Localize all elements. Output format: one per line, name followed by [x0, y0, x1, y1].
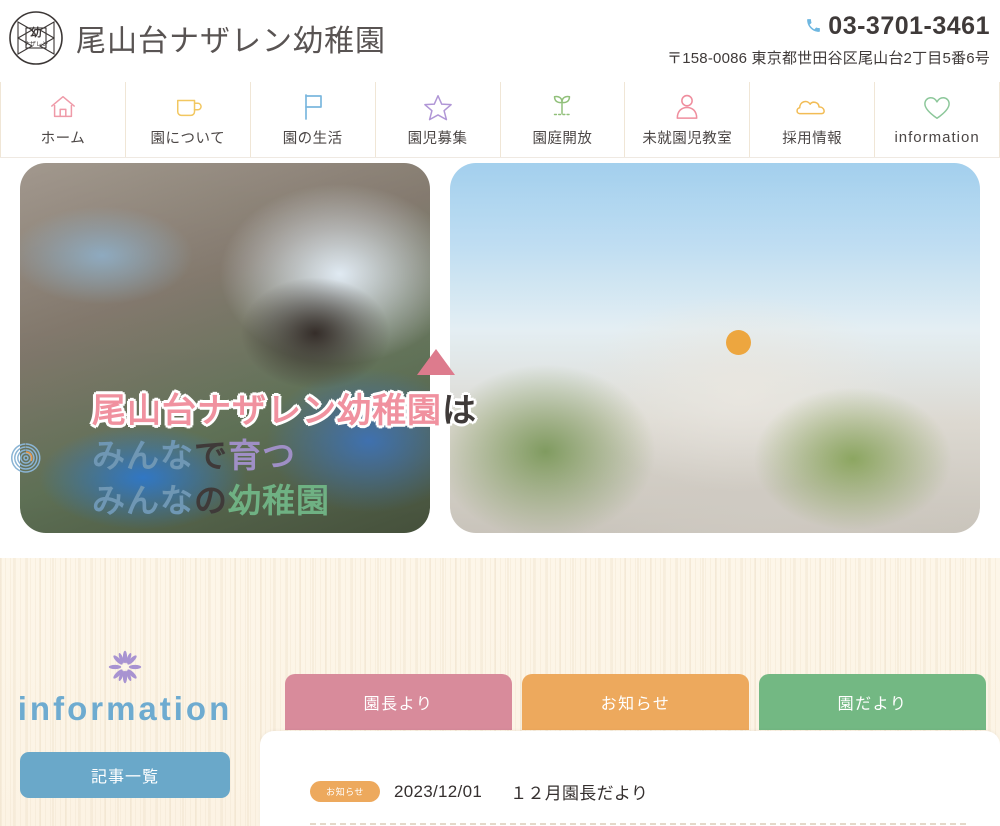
- nav-label-recruit: 採用情報: [782, 130, 843, 147]
- nav-label-garden-open: 園庭開放: [532, 130, 593, 147]
- tab-newsletter[interactable]: 園だより: [759, 674, 986, 730]
- hero-headline-particle-wa: は: [442, 392, 477, 430]
- nav-label-admission: 園児募集: [407, 130, 468, 147]
- hero-headline-particle-no: の: [194, 482, 228, 520]
- hero-headline-sodatsu: 育つ: [228, 437, 296, 475]
- hero-headline: 尾山台ナザレン幼稚園は みんなで育つ みんなの幼稚園: [92, 392, 477, 520]
- information-title: information: [17, 690, 233, 727]
- site-address: 〒158-0086 東京都世田谷区尾山台2丁目5番6号: [667, 50, 990, 67]
- hero-photo-building[interactable]: [450, 163, 980, 533]
- news-divider: [310, 823, 966, 825]
- house-icon: [48, 92, 78, 122]
- news-panel: お知らせ 2023/12/01 １２月園長だより: [260, 731, 1000, 826]
- information-tabs: 園長より お知らせ 園だより: [285, 674, 986, 730]
- heart-icon: [922, 94, 952, 124]
- main-navigation: ホーム 園について 園の生活 園児募集 園庭開放 未就園児教室 採用情報 inf…: [0, 82, 1000, 158]
- flower-asterisk-icon: [108, 650, 142, 684]
- mug-icon: [172, 92, 204, 122]
- hero-section: 尾山台ナザレン幼稚園は みんなで育つ みんなの幼稚園: [0, 158, 1000, 558]
- cloud-icon: [795, 92, 829, 122]
- news-title: １２月園長だより: [510, 784, 649, 803]
- site-header: 幼 ナザレン 尾山台ナザレン幼稚園 03-3701-3461 〒158-0086…: [0, 0, 1000, 82]
- nav-label-preschool-class: 未就園児教室: [642, 130, 733, 147]
- star-icon: [423, 92, 453, 122]
- site-title: 尾山台ナザレン幼稚園: [76, 25, 386, 58]
- nav-label-life: 園の生活: [282, 130, 343, 147]
- nav-item-preschool-class[interactable]: 未就園児教室: [624, 82, 749, 157]
- phone-number: 03-3701-3461: [828, 12, 990, 40]
- phone-row[interactable]: 03-3701-3461: [667, 12, 990, 41]
- tab-label-principal-message: 園長より: [363, 696, 434, 713]
- tab-label-news: お知らせ: [600, 696, 671, 713]
- hero-headline-line-1: 尾山台ナザレン幼稚園は: [92, 392, 477, 430]
- nav-item-information[interactable]: information: [874, 82, 1000, 157]
- nav-label-about: 園について: [150, 130, 226, 147]
- hero-headline-minna-1: みんな: [92, 437, 194, 475]
- site-brand[interactable]: 幼 ナザレン 尾山台ナザレン幼稚園: [0, 0, 386, 66]
- news-list-item[interactable]: お知らせ 2023/12/01 １２月園長だより: [260, 731, 1000, 804]
- nav-item-recruit[interactable]: 採用情報: [749, 82, 874, 157]
- nav-item-life[interactable]: 園の生活: [249, 82, 375, 157]
- tab-principal-message[interactable]: 園長より: [285, 674, 512, 730]
- hero-headline-youchien: 幼稚園: [228, 482, 330, 520]
- site-logo-icon: 幼 ナザレン: [8, 10, 64, 66]
- hero-headline-school-name: 尾山台ナザレン幼稚園: [92, 392, 442, 430]
- logo-katakana-text: ナザレン: [24, 41, 48, 48]
- hero-headline-line-2: みんなで育つ: [92, 437, 477, 475]
- news-category-badge: お知らせ: [310, 781, 380, 802]
- nav-label-home: ホーム: [40, 130, 86, 147]
- header-contact: 03-3701-3461 〒158-0086 東京都世田谷区尾山台2丁目5番6号: [667, 0, 1000, 68]
- sprout-icon: [546, 92, 578, 122]
- person-icon: [673, 92, 701, 122]
- hero-headline-particle-de: で: [194, 437, 228, 475]
- article-list-button[interactable]: 記事一覧: [20, 752, 230, 798]
- hero-headline-minna-2: みんな: [92, 482, 194, 520]
- tab-news[interactable]: お知らせ: [522, 674, 749, 730]
- tab-label-newsletter: 園だより: [837, 696, 908, 713]
- nav-label-information: information: [894, 128, 980, 146]
- nav-item-garden-open[interactable]: 園庭開放: [499, 82, 625, 157]
- flag-icon: [299, 92, 327, 122]
- phone-icon: [805, 17, 822, 37]
- nav-item-admission[interactable]: 園児募集: [374, 82, 500, 157]
- logo-kanji-text: 幼: [31, 25, 42, 39]
- hero-headline-line-3: みんなの幼稚園: [92, 482, 477, 520]
- information-heading-block: information 記事一覧: [0, 650, 250, 798]
- nav-item-about[interactable]: 園について: [124, 82, 250, 157]
- news-date: 2023/12/01: [394, 781, 483, 801]
- nav-item-home[interactable]: ホーム: [0, 82, 125, 157]
